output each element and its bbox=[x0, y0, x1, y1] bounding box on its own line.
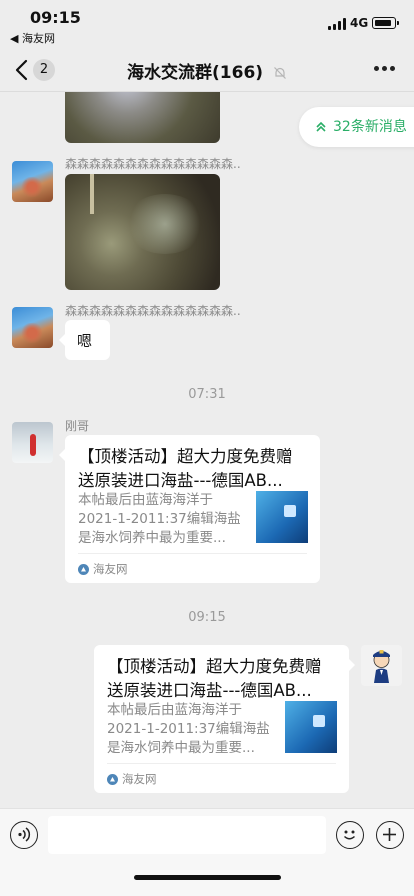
chat-header: 2 海水交流群(166) bbox=[0, 48, 414, 92]
chat-title-text: 海水交流群(166) bbox=[127, 63, 264, 83]
new-messages-label: 32条新消息 bbox=[333, 119, 407, 135]
sender-name: 刚哥 bbox=[65, 419, 90, 433]
link-card-title: 【顶楼活动】超大力度免费赠送原装进口海盐---德国AB... bbox=[107, 657, 322, 700]
avatar[interactable] bbox=[12, 422, 53, 463]
link-card[interactable]: 【顶楼活动】超大力度免费赠送原装进口海盐---德国AB... 本帖最后由蓝海海洋… bbox=[59, 435, 320, 583]
voice-wave-icon bbox=[18, 827, 31, 842]
link-card-source-name: 海友网 bbox=[122, 772, 157, 786]
status-bar: 09:15 ◀ 海友网 4G bbox=[0, 0, 414, 48]
divider bbox=[107, 763, 336, 764]
link-card-description: 本帖最后由蓝海海洋于2021-1-2011:37编辑海盐是海水饲养中最为重要..… bbox=[107, 702, 270, 756]
new-messages-button[interactable]: 32条新消息 bbox=[299, 107, 414, 147]
more-options-icon[interactable] bbox=[374, 66, 396, 72]
police-avatar-icon bbox=[373, 650, 390, 683]
link-card-source-name: 海友网 bbox=[93, 562, 128, 576]
timestamp: 07:31 bbox=[188, 387, 226, 402]
timestamp: 09:15 bbox=[188, 610, 226, 625]
link-card-thumbnail bbox=[285, 701, 337, 753]
avatar[interactable] bbox=[12, 161, 53, 202]
site-logo-icon bbox=[78, 564, 89, 575]
message-image[interactable] bbox=[65, 92, 220, 143]
smiley-icon bbox=[343, 830, 356, 840]
link-card-source: 海友网 bbox=[107, 771, 157, 787]
link-card[interactable]: 【顶楼活动】超大力度免费赠送原装进口海盐---德国AB... 本帖最后由蓝海海洋… bbox=[94, 645, 355, 793]
text-message-bubble[interactable]: 嗯 bbox=[59, 320, 110, 360]
divider bbox=[78, 553, 307, 554]
status-time: 09:15 bbox=[30, 8, 81, 27]
voice-input-button[interactable] bbox=[10, 821, 38, 849]
site-logo-icon bbox=[107, 774, 118, 785]
back-to-app-link[interactable]: ◀ 海友网 bbox=[10, 30, 55, 46]
double-chevron-up-icon bbox=[316, 121, 326, 132]
input-bar bbox=[0, 808, 414, 896]
message-input[interactable] bbox=[48, 816, 326, 854]
more-actions-button[interactable] bbox=[376, 821, 404, 849]
message-image[interactable] bbox=[65, 174, 220, 290]
home-indicator[interactable] bbox=[134, 875, 281, 880]
signal-icon bbox=[328, 18, 346, 30]
chat-title: 海水交流群(166) bbox=[0, 58, 414, 83]
sender-name: 森森森森森森森森森森森森森森.. bbox=[65, 304, 241, 318]
link-card-thumbnail bbox=[256, 491, 308, 543]
link-card-title: 【顶楼活动】超大力度免费赠送原装进口海盐---德国AB... bbox=[78, 447, 293, 490]
message-list[interactable]: 32条新消息 森森森森森森森森森森森森森森.. 森森森森森森森森森森森森森森..… bbox=[0, 92, 414, 808]
link-card-source: 海友网 bbox=[78, 561, 128, 577]
mute-bell-icon bbox=[274, 67, 286, 79]
avatar[interactable] bbox=[361, 645, 402, 686]
network-type: 4G bbox=[350, 16, 369, 30]
link-card-description: 本帖最后由蓝海海洋于2021-1-2011:37编辑海盐是海水饲养中最为重要..… bbox=[78, 492, 241, 546]
emoji-button[interactable] bbox=[336, 821, 364, 849]
message-text: 嗯 bbox=[77, 332, 93, 350]
avatar[interactable] bbox=[12, 307, 53, 348]
plus-icon bbox=[383, 828, 396, 841]
sender-name: 森森森森森森森森森森森森森森.. bbox=[65, 157, 241, 171]
battery-icon bbox=[372, 17, 399, 29]
